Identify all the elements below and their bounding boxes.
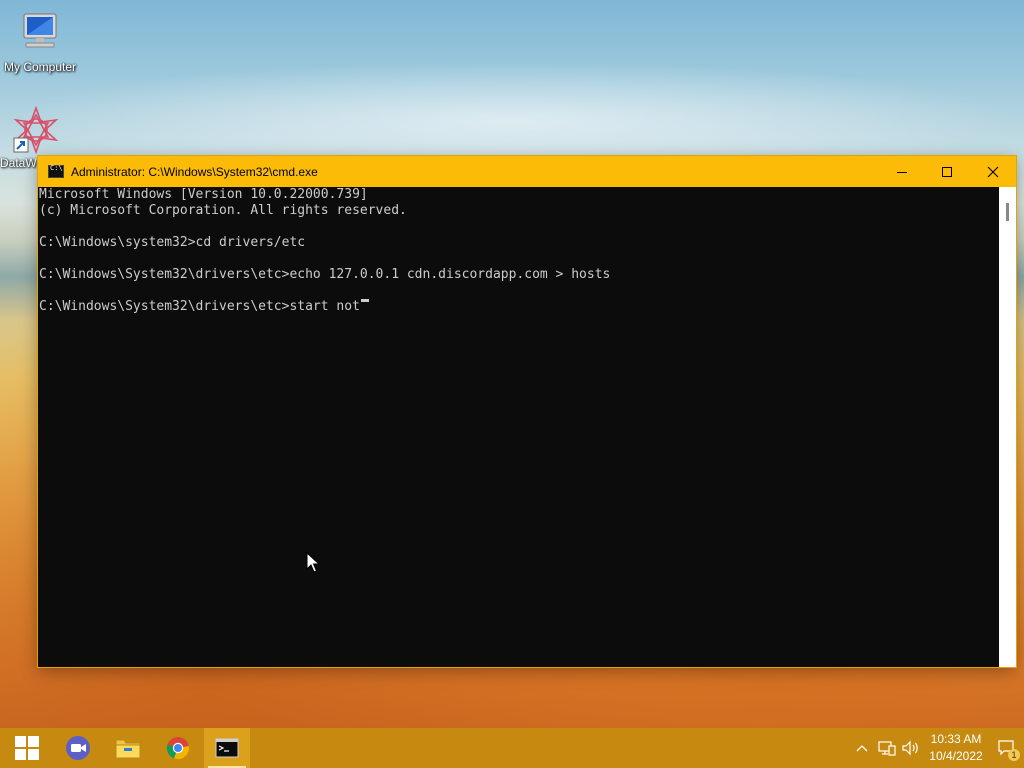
computer-icon bbox=[16, 10, 64, 58]
desktop-icon-my-computer[interactable]: My Computer bbox=[0, 10, 80, 74]
taskbar-cmd-button[interactable] bbox=[204, 728, 250, 768]
taskbar-clock[interactable]: 10:33 AM 10/4/2022 bbox=[924, 731, 988, 765]
text-cursor bbox=[360, 299, 369, 302]
taskbar-video-call-button[interactable] bbox=[55, 728, 101, 768]
show-hidden-icons-button[interactable] bbox=[852, 728, 872, 768]
maximize-button[interactable] bbox=[924, 156, 970, 187]
taskbar: 10:33 AM 10/4/2022 1 bbox=[0, 728, 1024, 768]
start-button[interactable] bbox=[4, 728, 50, 768]
network-button[interactable] bbox=[876, 728, 898, 768]
mouse-pointer-icon bbox=[306, 551, 321, 579]
taskbar-file-explorer-button[interactable] bbox=[105, 728, 151, 768]
maximize-icon bbox=[942, 166, 952, 177]
desktop-icon-label: My Computer bbox=[3, 60, 77, 74]
clock-date: 10/4/2022 bbox=[929, 749, 983, 763]
network-icon bbox=[878, 741, 896, 756]
close-button[interactable] bbox=[970, 156, 1016, 187]
cmd-icon bbox=[215, 738, 239, 758]
cmd-titlebar[interactable]: Administrator: C:\Windows\System32\cmd.e… bbox=[38, 156, 1016, 187]
scrollbar-thumb[interactable] bbox=[1006, 203, 1009, 221]
notification-center-button[interactable]: 1 bbox=[994, 728, 1020, 768]
video-camera-icon bbox=[66, 736, 90, 760]
clock-time: 10:33 AM bbox=[930, 732, 982, 746]
taskbar-chrome-button[interactable] bbox=[155, 728, 201, 768]
console-prompt-line[interactable]: C:\Windows\System32\drivers\etc>start no… bbox=[39, 299, 999, 315]
minimize-button[interactable] bbox=[879, 156, 925, 187]
notification-count-badge: 1 bbox=[1008, 749, 1020, 761]
close-icon bbox=[987, 166, 999, 177]
console-prompt-input[interactable]: C:\Windows\System32\drivers\etc>start no… bbox=[39, 299, 360, 315]
window-title: Administrator: C:\Windows\System32\cmd.e… bbox=[71, 164, 318, 179]
chevron-up-icon bbox=[856, 745, 868, 752]
vertical-scrollbar[interactable] bbox=[999, 187, 1016, 667]
console-line: (c) Microsoft Corporation. All rights re… bbox=[39, 203, 407, 218]
console-line: C:\Windows\System32\drivers\etc>echo 127… bbox=[39, 267, 611, 282]
cmd-icon bbox=[48, 164, 64, 178]
chrome-icon bbox=[166, 737, 189, 760]
console-line: Microsoft Windows [Version 10.0.22000.73… bbox=[39, 187, 368, 202]
minimize-icon bbox=[897, 171, 907, 173]
folder-icon bbox=[115, 739, 141, 759]
cmd-window[interactable]: Administrator: C:\Windows\System32\cmd.e… bbox=[38, 156, 1016, 667]
console-line: C:\Windows\system32>cd drivers/etc bbox=[39, 235, 306, 250]
console-output[interactable]: Microsoft Windows [Version 10.0.22000.73… bbox=[39, 187, 999, 666]
datawatch-shortcut-icon bbox=[12, 105, 60, 155]
speaker-icon bbox=[902, 740, 918, 756]
volume-button[interactable] bbox=[900, 728, 922, 768]
windows-start-icon bbox=[15, 736, 39, 760]
